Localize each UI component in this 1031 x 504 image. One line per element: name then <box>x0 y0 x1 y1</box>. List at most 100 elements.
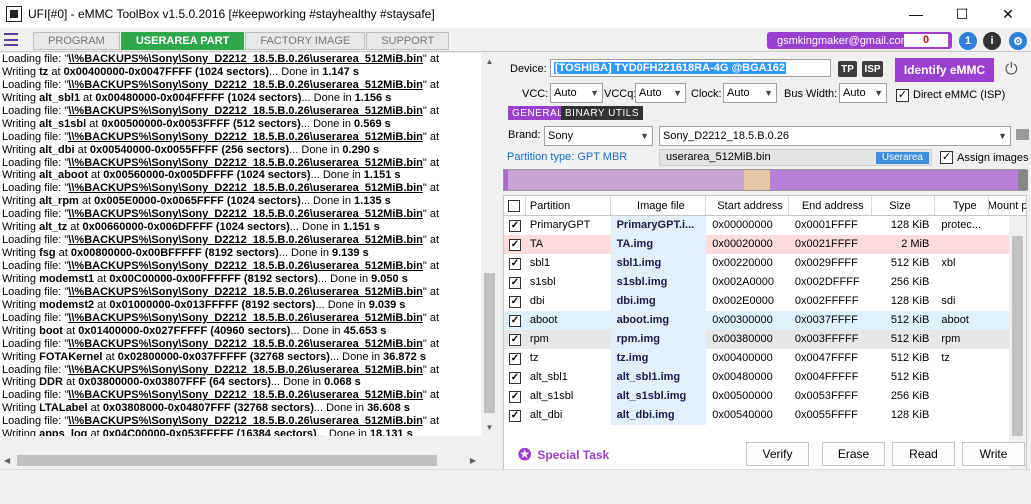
isp-button[interactable]: ISP <box>862 61 883 77</box>
bus-width-select[interactable]: Auto ▼ <box>839 83 887 103</box>
log-time: 1.151 s <box>343 221 380 234</box>
log-vertical-scrollbar[interactable]: ▲ ▼ <box>481 53 498 436</box>
device-field[interactable]: [TOSHIBA] TYD0FH221618RA-4G @BGA162 <box>550 59 831 77</box>
row-checkbox[interactable]: ✓ <box>504 292 526 311</box>
menu-icon[interactable] <box>4 33 18 46</box>
col-type[interactable]: Type <box>935 196 990 215</box>
image-file-name[interactable]: TA.img <box>610 235 707 254</box>
image-file-name[interactable]: dbi.img <box>610 292 707 311</box>
scroll-right-icon[interactable]: ▶ <box>470 456 476 465</box>
table-row[interactable]: ✓ alt_sbl1 alt_sbl1.img 0x00480000 0x004FFFF… <box>504 368 1026 387</box>
vcc-select[interactable]: Auto ▼ <box>550 83 603 103</box>
scroll-up-icon[interactable]: ▲ <box>481 53 498 70</box>
log-panel[interactable]: Loading file: "\\%BACKUPS%\Sony\Sony_D22… <box>0 53 481 436</box>
maximize-button[interactable]: ☐ <box>939 0 985 28</box>
table-row[interactable]: ✓ PrimaryGPT PrimaryGPT.i... 0x00000000 0x00… <box>504 216 1026 235</box>
update-icon[interactable]: 1 <box>959 32 977 50</box>
partition-name: s1sbl <box>529 276 556 288</box>
image-file-field[interactable]: userarea_512MiB.bin Userarea <box>659 149 932 166</box>
tp-button[interactable]: TP <box>838 61 857 77</box>
power-icon[interactable]: ⏻ <box>1005 61 1018 79</box>
log-line: Writing tz at 0x00400000-0x0047FFFF (102… <box>2 65 359 78</box>
image-file-name[interactable]: s1sbl.img <box>610 273 707 292</box>
scroll-thumb[interactable] <box>484 273 495 413</box>
clock-select[interactable]: Auto ▼ <box>723 83 777 103</box>
tab-support[interactable]: SUPPORT <box>366 32 450 50</box>
partition-type-cell: aboot <box>941 314 969 326</box>
col-image-file[interactable]: Image file <box>611 196 707 215</box>
device-label: Device: <box>510 63 547 75</box>
row-checkbox[interactable]: ✓ <box>504 368 526 387</box>
table-row[interactable]: ✓ tz tz.img 0x00400000 0x0047FFFF 512 KiB tz <box>504 349 1026 368</box>
image-file-name[interactable]: PrimaryGPT.i... <box>610 216 707 235</box>
partition-size: 128 KiB <box>890 219 930 231</box>
row-checkbox[interactable]: ✓ <box>504 349 526 368</box>
image-file-name[interactable]: aboot.img <box>610 311 707 330</box>
table-row[interactable]: ✓ alt_dbi alt_dbi.img 0x00540000 0x0055FFFF 1… <box>504 406 1026 425</box>
image-file-name[interactable]: alt_dbi.img <box>610 406 707 425</box>
info-icon[interactable]: i <box>983 32 1001 50</box>
select-all-checkbox[interactable] <box>504 196 526 215</box>
log-file-path: \\%BACKUPS%\Sony\Sony_D2212_18.5.B.0.26\… <box>68 415 423 428</box>
row-checkbox[interactable]: ✓ <box>504 406 526 425</box>
log-range: 0x00800000-0x00BFFFFF (8192 sectors) <box>70 247 279 260</box>
image-file-name[interactable]: rpm.img <box>610 330 707 349</box>
table-row[interactable]: ✓ sbl1 sbl1.img 0x00220000 0x0029FFFF 512 KiB… <box>504 254 1026 273</box>
table-row[interactable]: ✓ TA TA.img 0x00020000 0x0021FFFF 2 MiB <box>504 235 1026 254</box>
close-button[interactable]: ✕ <box>985 0 1031 28</box>
table-row[interactable]: ✓ dbi dbi.img 0x002E0000 0x002FFFFF 128 KiB sd… <box>504 292 1026 311</box>
minimize-button[interactable]: — <box>893 0 939 28</box>
row-checkbox[interactable]: ✓ <box>504 330 526 349</box>
write-button[interactable]: Write <box>962 442 1025 466</box>
model-select[interactable]: Sony_D2212_18.5.B.0.26 ▼ <box>659 126 1011 146</box>
read-button[interactable]: Read <box>892 442 955 466</box>
assign-images-checkbox[interactable]: ✓ <box>940 151 953 164</box>
image-file-name[interactable]: alt_s1sbl.img <box>610 387 707 406</box>
hscroll-thumb[interactable] <box>17 455 437 466</box>
col-partition[interactable]: Partition <box>526 196 611 215</box>
row-checkbox[interactable]: ✓ <box>504 273 526 292</box>
image-file-name[interactable]: sbl1.img <box>610 254 707 273</box>
vccq-label: VCCq: <box>604 88 637 100</box>
row-checkbox[interactable]: ✓ <box>504 216 526 235</box>
scroll-down-icon[interactable]: ▼ <box>481 419 498 436</box>
tab-program[interactable]: PROGRAM <box>33 32 120 50</box>
user-account[interactable]: gsmkingmaker@gmail.com 0 <box>767 32 952 49</box>
log-file-path: \\%BACKUPS%\Sony\Sony_D2212_18.5.B.0.26\… <box>68 260 423 272</box>
log-line: Writing apps_log at 0x04C00000-0x053FFFF… <box>2 428 481 436</box>
identify-emmc-button[interactable]: Identify eMMC <box>895 58 994 82</box>
col-mount-point[interactable]: Mount p <box>989 196 1026 215</box>
tab-userarea-part[interactable]: USERAREA PART <box>120 32 245 50</box>
special-task-button[interactable]: ✪ Special Task <box>518 445 609 465</box>
table-row[interactable]: ✓ aboot aboot.img 0x00300000 0x0037FFFF 512 K… <box>504 311 1026 330</box>
table-header: Partition Image file Start address End a… <box>504 196 1026 216</box>
folder-icon[interactable] <box>1016 129 1029 140</box>
col-size[interactable]: Size <box>872 196 936 215</box>
image-file-name[interactable]: tz.img <box>610 349 707 368</box>
log-file-path: \\%BACKUPS%\Sony\Sony_D2212_18.5.B.0.26\… <box>68 363 423 376</box>
log-line: Writing alt_sbl1 at 0x00480000-0x004FFFF… <box>2 91 392 104</box>
log-line: Loading file: "\\%BACKUPS%\Sony\Sony_D22… <box>2 311 440 324</box>
col-end-address[interactable]: End address <box>789 196 872 215</box>
log-horizontal-scrollbar[interactable]: ◀ ▶ <box>0 452 498 469</box>
table-row[interactable]: ✓ s1sbl s1sbl.img 0x002A0000 0x002DFFFF 256 K… <box>504 273 1026 292</box>
brand-select[interactable]: Sony ▼ <box>544 126 653 146</box>
row-checkbox[interactable]: ✓ <box>504 311 526 330</box>
row-checkbox[interactable]: ✓ <box>504 387 526 406</box>
scroll-left-icon[interactable]: ◀ <box>4 456 10 465</box>
gear-icon[interactable]: ⚙ <box>1009 32 1027 50</box>
tab-binary-utils[interactable]: BINARY UTILS <box>561 106 643 120</box>
image-file-name[interactable]: alt_sbl1.img <box>610 368 707 387</box>
table-row[interactable]: ✓ rpm rpm.img 0x00380000 0x003FFFFF 512 KiB rp… <box>504 330 1026 349</box>
table-row[interactable]: ✓ alt_s1sbl alt_s1sbl.img 0x00500000 0x0053F… <box>504 387 1026 406</box>
direct-emmc-checkbox[interactable]: ✓ <box>896 89 909 102</box>
row-checkbox[interactable]: ✓ <box>504 254 526 273</box>
vccq-select[interactable]: Auto ▼ <box>635 83 686 103</box>
row-checkbox[interactable]: ✓ <box>504 235 526 254</box>
erase-button[interactable]: Erase <box>822 442 885 466</box>
col-start-address[interactable]: Start address <box>706 196 789 215</box>
tab-factory-image[interactable]: FACTORY IMAGE <box>245 32 366 50</box>
tab-general[interactable]: GENERAL <box>508 106 568 120</box>
table-scroll-thumb[interactable] <box>1012 236 1023 436</box>
verify-button[interactable]: Verify <box>746 442 809 466</box>
